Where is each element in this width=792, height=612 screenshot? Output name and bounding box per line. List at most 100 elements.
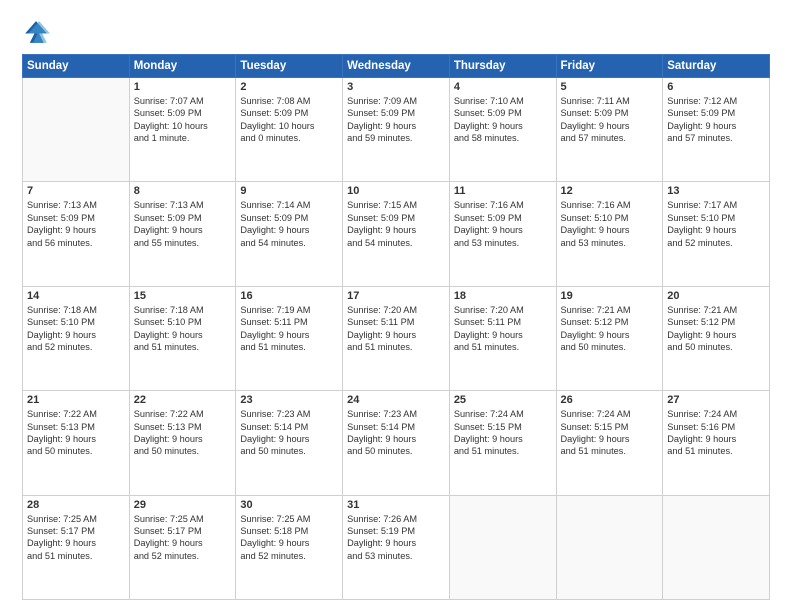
cell-text: Sunrise: 7:14 AM Sunset: 5:09 PM Dayligh…	[240, 199, 338, 249]
day-number: 26	[561, 394, 659, 406]
cell-text: Sunrise: 7:13 AM Sunset: 5:09 PM Dayligh…	[27, 199, 125, 249]
cell-text: Sunrise: 7:18 AM Sunset: 5:10 PM Dayligh…	[27, 304, 125, 354]
weekday-header-wednesday: Wednesday	[343, 55, 450, 78]
day-number: 22	[134, 394, 232, 406]
cell-text: Sunrise: 7:24 AM Sunset: 5:15 PM Dayligh…	[561, 408, 659, 458]
calendar-cell: 12 Sunrise: 7:16 AM Sunset: 5:10 PM Dayli…	[556, 182, 663, 286]
cell-text: Sunrise: 7:19 AM Sunset: 5:11 PM Dayligh…	[240, 304, 338, 354]
calendar-week-row: 21 Sunrise: 7:22 AM Sunset: 5:13 PM Dayli…	[23, 391, 770, 495]
weekday-header-friday: Friday	[556, 55, 663, 78]
calendar-cell: 24 Sunrise: 7:23 AM Sunset: 5:14 PM Dayli…	[343, 391, 450, 495]
day-number: 14	[27, 290, 125, 302]
calendar-cell	[23, 78, 130, 182]
day-number: 25	[454, 394, 552, 406]
calendar-cell	[449, 495, 556, 599]
day-number: 17	[347, 290, 445, 302]
calendar-cell: 23 Sunrise: 7:23 AM Sunset: 5:14 PM Dayli…	[236, 391, 343, 495]
calendar-cell: 29Sunrise: 7:25 AM Sunset: 5:17 PM Dayli…	[129, 495, 236, 599]
logo	[22, 18, 54, 46]
calendar-week-row: 1 Sunrise: 7:07 AM Sunset: 5:09 PM Daylig…	[23, 78, 770, 182]
calendar-cell: 26 Sunrise: 7:24 AM Sunset: 5:15 PM Dayli…	[556, 391, 663, 495]
calendar-body: 1 Sunrise: 7:07 AM Sunset: 5:09 PM Daylig…	[23, 78, 770, 600]
calendar-cell: 27Sunrise: 7:24 AM Sunset: 5:16 PM Dayli…	[663, 391, 770, 495]
cell-text: Sunrise: 7:12 AM Sunset: 5:09 PM Dayligh…	[667, 95, 765, 145]
calendar-cell: 22 Sunrise: 7:22 AM Sunset: 5:13 PM Dayli…	[129, 391, 236, 495]
cell-text: Sunrise: 7:18 AM Sunset: 5:10 PM Dayligh…	[134, 304, 232, 354]
calendar-cell: 16 Sunrise: 7:19 AM Sunset: 5:11 PM Dayli…	[236, 286, 343, 390]
calendar-cell: 1 Sunrise: 7:07 AM Sunset: 5:09 PM Daylig…	[129, 78, 236, 182]
cell-text: Sunrise: 7:07 AM Sunset: 5:09 PM Dayligh…	[134, 95, 232, 145]
cell-text: Sunrise: 7:25 AM Sunset: 5:17 PM Dayligh…	[27, 513, 125, 563]
cell-text: Sunrise: 7:22 AM Sunset: 5:13 PM Dayligh…	[27, 408, 125, 458]
cell-text: Sunrise: 7:23 AM Sunset: 5:14 PM Dayligh…	[347, 408, 445, 458]
calendar-cell: 28 Sunrise: 7:25 AM Sunset: 5:17 PM Dayli…	[23, 495, 130, 599]
page: SundayMondayTuesdayWednesdayThursdayFrid…	[0, 0, 792, 612]
calendar-cell: 17 Sunrise: 7:20 AM Sunset: 5:11 PM Dayli…	[343, 286, 450, 390]
day-number: 19	[561, 290, 659, 302]
cell-text: Sunrise: 7:09 AM Sunset: 5:09 PM Dayligh…	[347, 95, 445, 145]
day-number: 28	[27, 499, 125, 511]
cell-text: Sunrise: 7:21 AM Sunset: 5:12 PM Dayligh…	[561, 304, 659, 354]
calendar-cell: 19 Sunrise: 7:21 AM Sunset: 5:12 PM Dayli…	[556, 286, 663, 390]
cell-text: Sunrise: 7:08 AM Sunset: 5:09 PM Dayligh…	[240, 95, 338, 145]
cell-text: Sunrise: 7:24 AM Sunset: 5:15 PM Dayligh…	[454, 408, 552, 458]
logo-icon	[22, 18, 50, 46]
cell-text: Sunrise: 7:17 AM Sunset: 5:10 PM Dayligh…	[667, 199, 765, 249]
day-number: 23	[240, 394, 338, 406]
cell-text: Sunrise: 7:13 AM Sunset: 5:09 PM Dayligh…	[134, 199, 232, 249]
cell-text: Sunrise: 7:20 AM Sunset: 5:11 PM Dayligh…	[347, 304, 445, 354]
calendar-cell: 11 Sunrise: 7:16 AM Sunset: 5:09 PM Dayli…	[449, 182, 556, 286]
day-number: 18	[454, 290, 552, 302]
weekday-header-saturday: Saturday	[663, 55, 770, 78]
calendar-week-row: 28 Sunrise: 7:25 AM Sunset: 5:17 PM Dayli…	[23, 495, 770, 599]
day-number: 3	[347, 81, 445, 93]
day-number: 9	[240, 185, 338, 197]
cell-text: Sunrise: 7:11 AM Sunset: 5:09 PM Dayligh…	[561, 95, 659, 145]
day-number: 12	[561, 185, 659, 197]
calendar-cell	[556, 495, 663, 599]
weekday-header-sunday: Sunday	[23, 55, 130, 78]
calendar-cell: 15Sunrise: 7:18 AM Sunset: 5:10 PM Dayli…	[129, 286, 236, 390]
calendar-cell: 10Sunrise: 7:15 AM Sunset: 5:09 PM Dayli…	[343, 182, 450, 286]
calendar-week-row: 7 Sunrise: 7:13 AM Sunset: 5:09 PM Daylig…	[23, 182, 770, 286]
day-number: 29	[134, 499, 232, 511]
calendar-cell: 20Sunrise: 7:21 AM Sunset: 5:12 PM Dayli…	[663, 286, 770, 390]
day-number: 13	[667, 185, 765, 197]
day-number: 16	[240, 290, 338, 302]
cell-text: Sunrise: 7:25 AM Sunset: 5:18 PM Dayligh…	[240, 513, 338, 563]
day-number: 4	[454, 81, 552, 93]
day-number: 7	[27, 185, 125, 197]
calendar-cell: 18 Sunrise: 7:20 AM Sunset: 5:11 PM Dayli…	[449, 286, 556, 390]
cell-text: Sunrise: 7:22 AM Sunset: 5:13 PM Dayligh…	[134, 408, 232, 458]
cell-text: Sunrise: 7:15 AM Sunset: 5:09 PM Dayligh…	[347, 199, 445, 249]
calendar-cell: 13 Sunrise: 7:17 AM Sunset: 5:10 PM Dayli…	[663, 182, 770, 286]
calendar-cell: 30 Sunrise: 7:25 AM Sunset: 5:18 PM Dayli…	[236, 495, 343, 599]
day-number: 11	[454, 185, 552, 197]
day-number: 21	[27, 394, 125, 406]
day-number: 5	[561, 81, 659, 93]
cell-text: Sunrise: 7:16 AM Sunset: 5:10 PM Dayligh…	[561, 199, 659, 249]
weekday-header-monday: Monday	[129, 55, 236, 78]
calendar-cell: 3 Sunrise: 7:09 AM Sunset: 5:09 PM Daylig…	[343, 78, 450, 182]
day-number: 31	[347, 499, 445, 511]
calendar-cell: 31Sunrise: 7:26 AM Sunset: 5:19 PM Dayli…	[343, 495, 450, 599]
calendar-cell	[663, 495, 770, 599]
calendar-cell: 4 Sunrise: 7:10 AM Sunset: 5:09 PM Daylig…	[449, 78, 556, 182]
calendar-cell: 9 Sunrise: 7:14 AM Sunset: 5:09 PM Daylig…	[236, 182, 343, 286]
cell-text: Sunrise: 7:20 AM Sunset: 5:11 PM Dayligh…	[454, 304, 552, 354]
calendar-cell: 6Sunrise: 7:12 AM Sunset: 5:09 PM Daylig…	[663, 78, 770, 182]
cell-text: Sunrise: 7:23 AM Sunset: 5:14 PM Dayligh…	[240, 408, 338, 458]
cell-text: Sunrise: 7:24 AM Sunset: 5:16 PM Dayligh…	[667, 408, 765, 458]
calendar-cell: 2Sunrise: 7:08 AM Sunset: 5:09 PM Daylig…	[236, 78, 343, 182]
calendar-week-row: 14 Sunrise: 7:18 AM Sunset: 5:10 PM Dayli…	[23, 286, 770, 390]
day-number: 1	[134, 81, 232, 93]
calendar-cell: 25 Sunrise: 7:24 AM Sunset: 5:15 PM Dayli…	[449, 391, 556, 495]
cell-text: Sunrise: 7:16 AM Sunset: 5:09 PM Dayligh…	[454, 199, 552, 249]
calendar-header-row: SundayMondayTuesdayWednesdayThursdayFrid…	[23, 55, 770, 78]
cell-text: Sunrise: 7:10 AM Sunset: 5:09 PM Dayligh…	[454, 95, 552, 145]
header	[22, 18, 770, 46]
calendar-table: SundayMondayTuesdayWednesdayThursdayFrid…	[22, 54, 770, 600]
weekday-header-thursday: Thursday	[449, 55, 556, 78]
day-number: 24	[347, 394, 445, 406]
day-number: 30	[240, 499, 338, 511]
